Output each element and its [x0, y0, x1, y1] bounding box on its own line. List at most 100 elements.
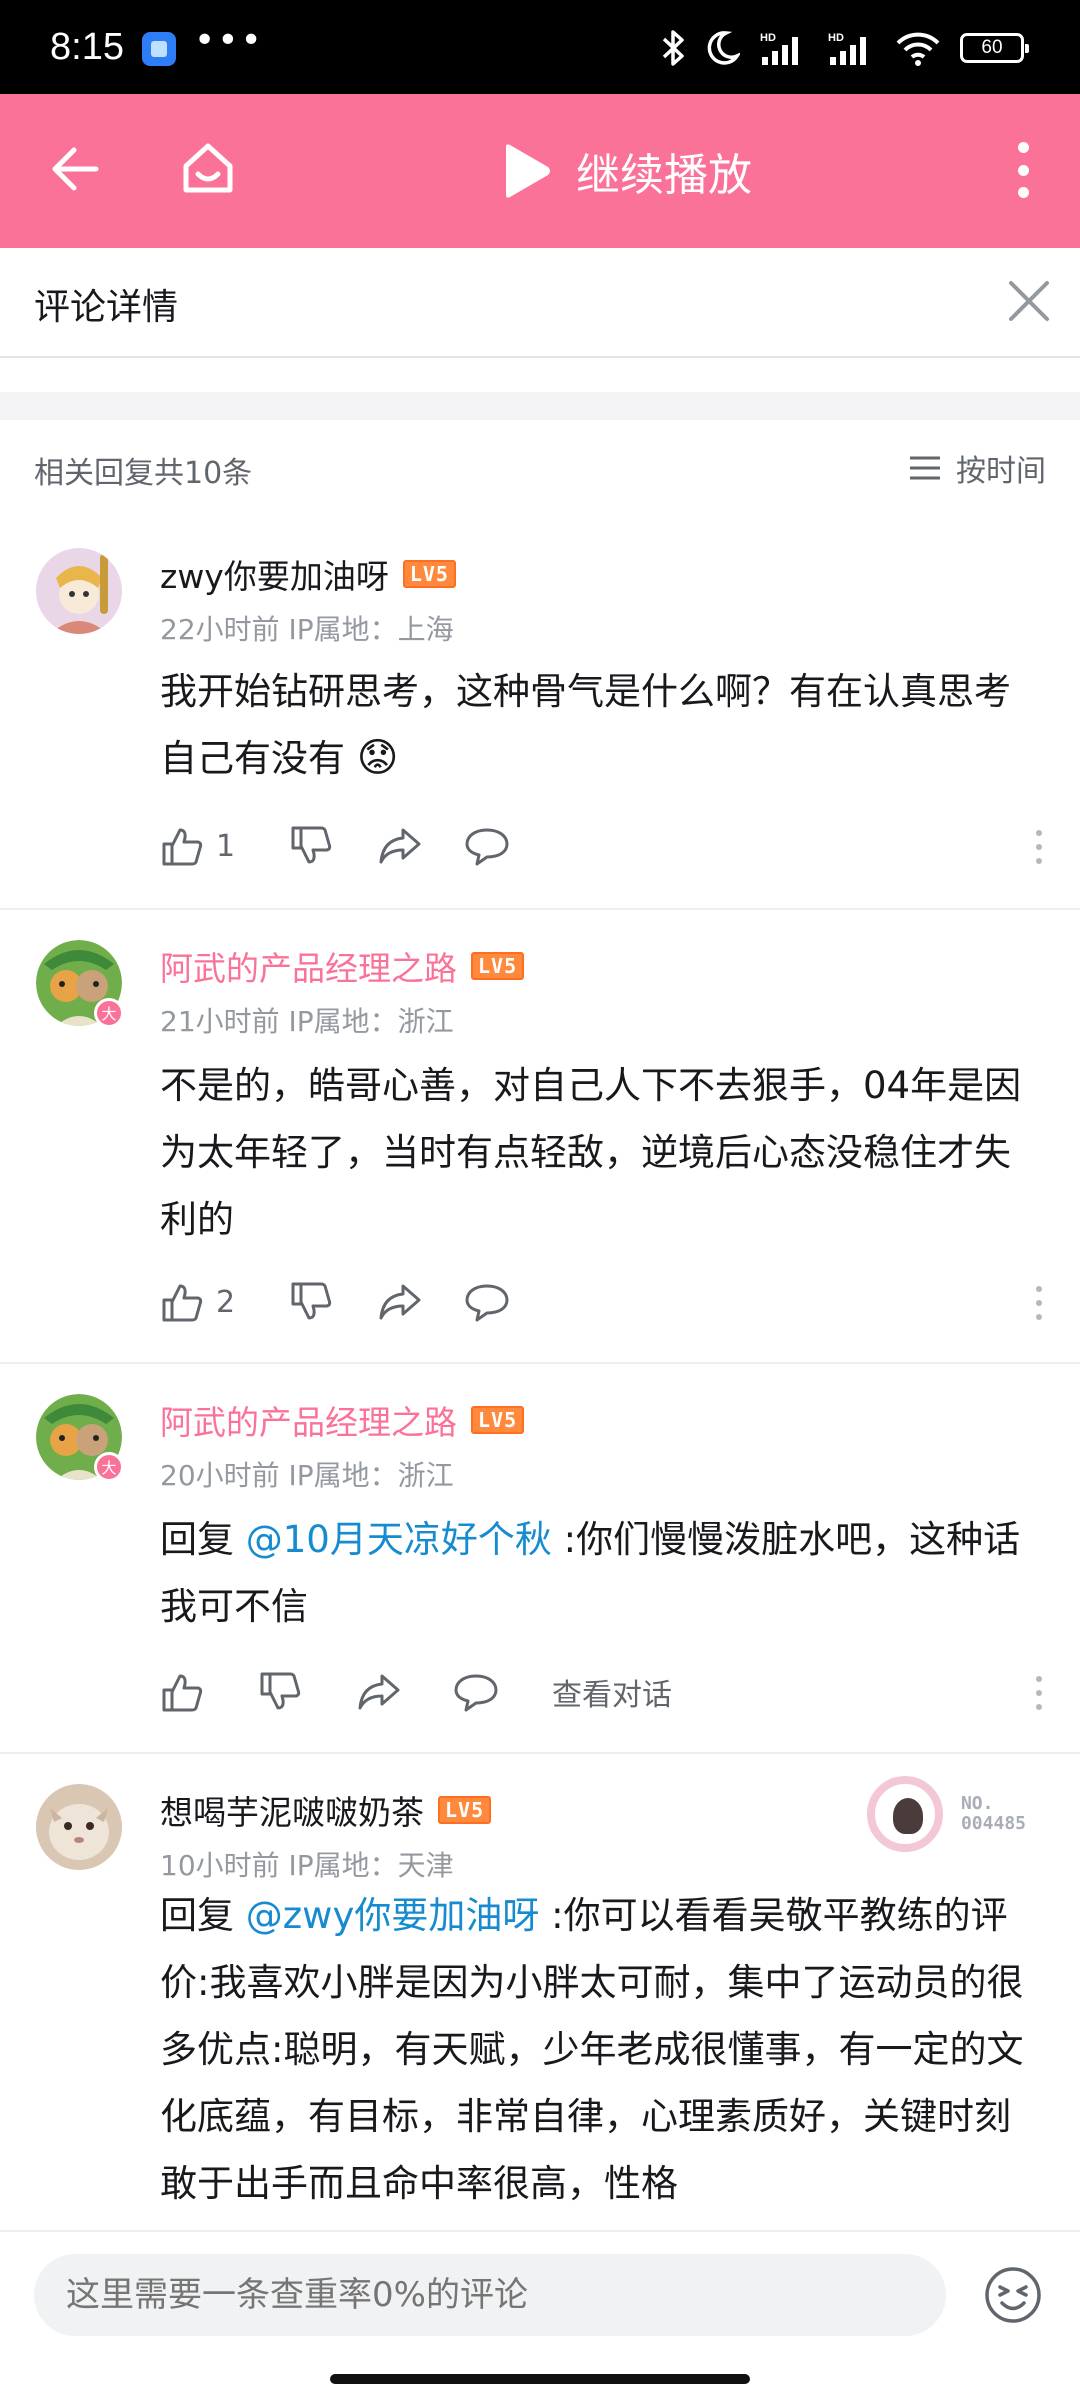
- username-row: 阿武的产品经理之路 LV5: [160, 942, 525, 990]
- continue-play-label: 继续播放: [576, 150, 752, 201]
- username[interactable]: zwy你要加油呀: [160, 550, 389, 598]
- avatar[interactable]: 大: [36, 1394, 124, 1482]
- garb-no-label: NO.: [960, 1793, 994, 1814]
- more-notifications-icon: •••: [194, 20, 264, 61]
- level-badge: LV5: [471, 952, 525, 980]
- svg-text:HD: HD: [760, 32, 776, 44]
- like-button[interactable]: 1: [160, 824, 235, 868]
- thumbs-up-icon[interactable]: [160, 1670, 204, 1714]
- share-icon[interactable]: [377, 824, 421, 868]
- status-time: 8:15: [50, 26, 124, 68]
- fan-garb-badge[interactable]: NO. 004485: [866, 1776, 1026, 1852]
- comment-body: 我开始钻研思考，这种骨气是什么啊？有在认真思考自己有没有: [160, 670, 1011, 780]
- comment-item: 大 阿武的产品经理之路 LV5 20小时前 IP属地：浙江 回复 @10月天凉好…: [0, 1366, 1080, 1754]
- play-icon: [506, 144, 550, 198]
- mention-link[interactable]: @10月天凉好个秋: [246, 1518, 552, 1561]
- comment-meta: 22小时前 IP属地：上海: [160, 613, 454, 646]
- emoji-icon[interactable]: [984, 2266, 1042, 2324]
- section-divider: [0, 392, 1080, 420]
- mention-link[interactable]: @zwy你要加油呀: [246, 1894, 540, 1937]
- comment-text: 回复 @10月天凉好个秋 :你们慢慢泼脏水吧，这种话我可不信: [160, 1506, 1040, 1640]
- home-indicator[interactable]: [330, 2374, 750, 2384]
- garb-number: NO. 004485: [961, 1794, 1026, 1834]
- battery-icon: 60: [960, 33, 1029, 63]
- thumbs-down-icon[interactable]: [289, 824, 333, 868]
- replies-header: 相关回复共10条 按时间: [0, 436, 1080, 502]
- comment-text: 我开始钻研思考，这种骨气是什么啊？有在认真思考自己有没有 😟: [160, 658, 1040, 792]
- thumbs-up-icon: [162, 1284, 203, 1322]
- like-count: 1: [216, 828, 236, 864]
- comment-meta: 20小时前 IP属地：浙江: [160, 1459, 454, 1492]
- comment-actions: 1: [160, 824, 509, 868]
- status-bar: 8:15 ••• HD HD 60: [0, 0, 1080, 94]
- app-notification-icon: [142, 32, 176, 66]
- comment-more-icon[interactable]: [1036, 830, 1044, 864]
- comment-item: 大 阿武的产品经理之路 LV5 21小时前 IP属地：浙江 不是的，皓哥心善，对…: [0, 912, 1080, 1364]
- worried-emoji-icon: 😟: [356, 735, 399, 781]
- thumbs-up-icon: [162, 828, 203, 866]
- avatar[interactable]: [36, 1784, 122, 1870]
- username[interactable]: 阿武的产品经理之路: [160, 1396, 457, 1444]
- username[interactable]: 想喝芋泥啵啵奶茶: [160, 1786, 424, 1834]
- comment-item: 想喝芋泥啵啵奶茶 LV5 10小时前 IP属地：天津 NO. 004485 回复…: [0, 1756, 1080, 2230]
- close-icon[interactable]: [1006, 278, 1052, 324]
- svg-text:HD: HD: [828, 32, 844, 44]
- continue-play-button[interactable]: 继续播放: [500, 138, 752, 204]
- comment-more-icon[interactable]: [1036, 1676, 1044, 1710]
- reply-bubble-icon[interactable]: [454, 1670, 498, 1714]
- comment-item: zwy你要加油呀 LV5 22小时前 IP属地：上海 我开始钻研思考，这种骨气是…: [0, 520, 1080, 910]
- avatar-image: [36, 1784, 122, 1870]
- thumbs-down-icon[interactable]: [289, 1280, 333, 1324]
- more-options-icon[interactable]: [1016, 142, 1030, 198]
- moon-icon: [707, 31, 740, 65]
- reply-bubble-icon[interactable]: [465, 1280, 509, 1324]
- comment-text: 不是的，皓哥心善，对自己人下不去狠手，04年是因为太年轻了，当时有点轻敌，逆境后…: [160, 1064, 1022, 1241]
- avatar-image: [36, 548, 122, 634]
- avatar[interactable]: 大: [36, 940, 124, 1028]
- comment-body: :你可以看看吴敬平教练的评价:我喜欢小胖是因为小胖太可耐，集中了运动员的很多优点…: [160, 1894, 1024, 2205]
- comment-meta: 10小时前 IP属地：天津: [160, 1849, 454, 1882]
- sort-by-time-button[interactable]: 按时间: [908, 446, 1046, 490]
- like-button[interactable]: 2: [160, 1280, 235, 1324]
- video-top-nav: 继续播放: [0, 94, 1080, 248]
- signal-hd-icon-1: HD: [760, 32, 798, 65]
- like-count: 2: [216, 1284, 236, 1320]
- list-sort-icon: [910, 456, 940, 480]
- username-row: zwy你要加油呀 LV5: [160, 550, 456, 598]
- comment-actions: 2: [160, 1280, 509, 1324]
- comment-detail-header: 评论详情: [0, 248, 1080, 358]
- status-icons: HD HD 60: [658, 26, 1029, 70]
- level-badge: LV5: [471, 1406, 525, 1434]
- comment-meta: 21小时前 IP属地：浙江: [160, 1005, 454, 1038]
- view-conversation-link[interactable]: 查看对话: [552, 1670, 672, 1714]
- garb-no-value: 004485: [960, 1813, 1026, 1834]
- username-row: 阿武的产品经理之路 LV5: [160, 1396, 525, 1444]
- share-icon[interactable]: [377, 1280, 421, 1324]
- level-badge: LV5: [438, 1796, 492, 1824]
- share-icon[interactable]: [356, 1670, 400, 1714]
- reply-bubble-icon[interactable]: [465, 824, 509, 868]
- wifi-icon: [896, 32, 940, 66]
- comment-input[interactable]: [34, 2254, 946, 2336]
- official-badge: 大: [94, 998, 124, 1028]
- bluetooth-icon: [662, 30, 684, 66]
- back-arrow-icon[interactable]: [50, 144, 100, 194]
- thumbs-down-icon[interactable]: [258, 1670, 302, 1714]
- signal-hd-icon-2: HD: [828, 32, 866, 65]
- username[interactable]: 阿武的产品经理之路: [160, 942, 457, 990]
- reply-count: 相关回复共10条: [34, 456, 253, 491]
- level-badge: LV5: [402, 560, 456, 588]
- sort-label: 按时间: [956, 454, 1046, 489]
- comment-more-icon[interactable]: [1036, 1286, 1044, 1320]
- comment-input-bar: [0, 2230, 1080, 2400]
- comment-text: 回复 @zwy你要加油呀 :你可以看看吴敬平教练的评价:我喜欢小胖是因为小胖太可…: [160, 1882, 1040, 2217]
- comment-actions: 查看对话: [160, 1670, 672, 1714]
- reply-prefix: 回复: [160, 1518, 246, 1561]
- reply-prefix: 回复: [160, 1894, 246, 1937]
- page-title: 评论详情: [34, 287, 179, 328]
- garb-decoration-icon: [866, 1776, 943, 1852]
- home-icon[interactable]: [180, 140, 236, 196]
- avatar[interactable]: [36, 548, 122, 634]
- username-row: 想喝芋泥啵啵奶茶 LV5: [160, 1786, 492, 1834]
- official-badge: 大: [94, 1452, 124, 1482]
